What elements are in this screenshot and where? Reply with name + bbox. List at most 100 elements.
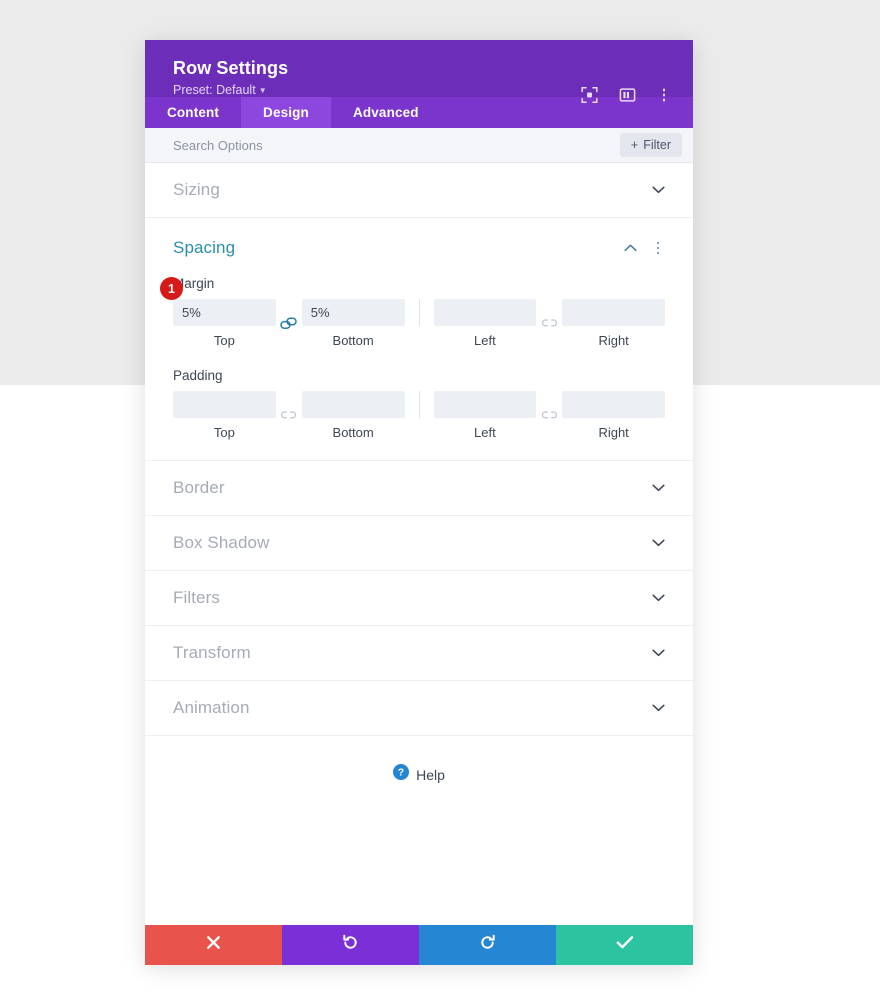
chevron-down-icon[interactable]: [652, 186, 665, 194]
discard-button[interactable]: [145, 925, 282, 965]
section-spacing-tools: [624, 239, 665, 257]
margin-top-input[interactable]: [173, 299, 276, 326]
margin-left-caption: Left: [474, 333, 496, 348]
kebab-dot: [662, 98, 666, 102]
chevron-down-icon[interactable]: [652, 649, 665, 657]
section-options-icon[interactable]: [651, 241, 665, 255]
chevron-down-icon[interactable]: [652, 539, 665, 547]
margin-label: Margin: [173, 276, 215, 291]
margin-top-cell: Top: [173, 299, 276, 348]
margin-bottom-cell: Bottom: [301, 299, 405, 348]
margin-left-right-pair: Left Right: [433, 299, 665, 348]
layout-panel-icon[interactable]: [619, 87, 636, 104]
link-icon-unlinked[interactable]: [536, 402, 562, 429]
divider: [418, 391, 420, 418]
padding-right-input[interactable]: [562, 391, 665, 418]
margin-group: Margin 1 Top: [160, 276, 665, 348]
padding-bottom-cell: Bottom: [301, 391, 405, 440]
question-mark-circle-icon: ?: [393, 764, 410, 785]
status-badge: 1: [160, 277, 183, 300]
section-spacing-label: Spacing: [173, 238, 236, 257]
chevron-down-icon[interactable]: [652, 594, 665, 602]
save-button[interactable]: [556, 925, 693, 965]
chevron-up-icon[interactable]: [624, 239, 637, 257]
search-bar: + Filter: [145, 128, 693, 163]
section-animation[interactable]: Animation: [145, 681, 693, 736]
padding-left-input[interactable]: [433, 391, 537, 418]
section-filters[interactable]: Filters: [145, 571, 693, 626]
search-input[interactable]: [173, 137, 620, 153]
filter-button[interactable]: + Filter: [619, 133, 682, 157]
padding-top-input[interactable]: [173, 391, 276, 418]
divider: [418, 299, 420, 326]
kebab-dot: [656, 246, 660, 250]
section-sizing[interactable]: Sizing: [145, 163, 693, 218]
chevron-down-icon[interactable]: [652, 484, 665, 492]
section-transform[interactable]: Transform: [145, 626, 693, 681]
help-link[interactable]: ? Help: [145, 736, 693, 785]
link-icon-unlinked[interactable]: [536, 310, 562, 337]
margin-bottom-input[interactable]: [301, 299, 405, 326]
svg-text:?: ?: [398, 767, 404, 779]
redo-arrow-icon: [479, 934, 496, 956]
link-icon-linked[interactable]: [276, 310, 302, 337]
modal-header: Row Settings Preset: Default ▼: [145, 40, 693, 104]
more-options-icon[interactable]: [657, 88, 671, 102]
chevron-down-icon[interactable]: [652, 704, 665, 712]
margin-fields: Top Bottom: [173, 299, 665, 348]
padding-right-cell: Right: [562, 391, 665, 440]
padding-left-right-pair: Left Right: [433, 391, 665, 440]
chevron-down-icon: ▼: [258, 85, 267, 95]
margin-right-caption: Right: [598, 333, 629, 348]
section-spacing: Spacing Margin 1 5% Top 5% Bottom Left R…: [145, 218, 693, 461]
padding-left-caption: Left: [474, 425, 496, 440]
help-label: Help: [416, 766, 445, 783]
margin-right-input[interactable]: [562, 299, 665, 326]
undo-arrow-icon: [342, 934, 359, 956]
redo-button[interactable]: [419, 925, 556, 965]
kebab-dot: [662, 93, 666, 97]
padding-fields: Top Bottom Left Right: [173, 391, 665, 440]
margin-right-cell: Right: [562, 299, 665, 348]
padding-bottom-input[interactable]: [301, 391, 405, 418]
undo-button[interactable]: [282, 925, 419, 965]
plus-icon: +: [630, 138, 639, 152]
margin-bottom-caption: Bottom: [332, 333, 374, 348]
section-animation-label: Animation: [173, 698, 250, 717]
filter-button-label: Filter: [643, 138, 671, 152]
margin-top-caption: Top: [213, 333, 235, 348]
section-transform-label: Transform: [173, 643, 251, 662]
padding-top-caption: Top: [213, 425, 235, 440]
section-border[interactable]: Border: [145, 461, 693, 516]
section-box-shadow[interactable]: Box Shadow: [145, 516, 693, 571]
kebab-dot: [656, 241, 660, 245]
page-title: Row Settings: [173, 58, 289, 78]
kebab-dot: [662, 88, 666, 92]
tab-content[interactable]: Content: [145, 97, 241, 128]
margin-left-input[interactable]: [433, 299, 537, 326]
section-sizing-label: Sizing: [173, 180, 220, 199]
tab-advanced[interactable]: Advanced: [331, 97, 441, 128]
close-x-icon: [206, 935, 221, 955]
section-filters-label: Filters: [173, 588, 220, 607]
header-icon-group: [581, 86, 671, 104]
preset-label: Preset: Default: [173, 83, 256, 97]
preset-selector[interactable]: Preset: Default ▼: [173, 81, 267, 100]
margin-top-bottom-pair: Top Bottom: [173, 299, 405, 348]
row-settings-modal: Row Settings Preset: Default ▼ Content D…: [145, 40, 693, 965]
kebab-dot: [656, 251, 660, 255]
tab-design[interactable]: Design: [241, 97, 331, 128]
padding-top-bottom-pair: Top Bottom: [173, 391, 405, 440]
checkmark-icon: [616, 935, 634, 955]
padding-label: Padding: [173, 368, 223, 383]
section-border-label: Border: [173, 478, 225, 497]
padding-right-caption: Right: [598, 425, 629, 440]
section-box-shadow-label: Box Shadow: [173, 533, 270, 552]
padding-group: Padding Top Bottom Left Right: [173, 368, 665, 440]
margin-left-cell: Left: [433, 299, 537, 348]
section-spacing-header[interactable]: Spacing: [173, 238, 665, 258]
link-icon-unlinked[interactable]: [276, 402, 302, 429]
settings-body: Sizing Spacing Margin 1 5% Top 5% Bottom…: [145, 163, 693, 925]
modal-footer: [145, 925, 693, 965]
fullscreen-preview-icon[interactable]: [581, 86, 598, 104]
